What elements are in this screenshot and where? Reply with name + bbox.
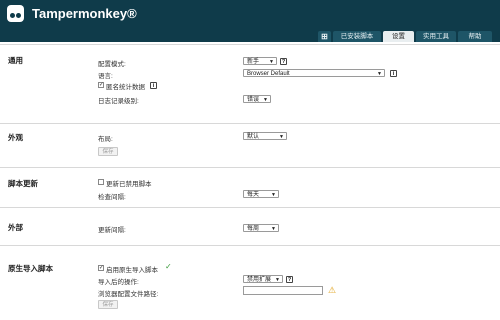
update-interval-label: 更新间隔: — [98, 227, 126, 234]
chevron-down-icon: ▼ — [377, 71, 382, 77]
language-label: 语言: — [98, 73, 113, 80]
section-title-general: 通用 — [8, 56, 23, 65]
anonymous-stats-checkbox[interactable]: ✓ — [98, 82, 104, 88]
language-select[interactable]: Browser Default ▼ — [243, 69, 385, 77]
after-import-label: 导入后的操作: — [98, 279, 139, 286]
log-level-value: 错误 — [247, 97, 260, 103]
chevron-down-icon: ▼ — [263, 97, 268, 103]
section-title-script-update: 脚本更新 — [8, 179, 38, 188]
language-info-icon[interactable]: i — [390, 70, 397, 77]
chevron-down-icon: ▼ — [271, 226, 276, 232]
check-interval-label: 检查间隔: — [98, 194, 126, 201]
update-disabled-checkbox[interactable] — [98, 179, 104, 185]
chevron-down-icon: ▼ — [269, 59, 274, 65]
tab-installed-scripts[interactable]: 已安装脚本 — [333, 31, 381, 42]
tab-new-script[interactable]: ⊞ — [318, 31, 331, 42]
chevron-down-icon: ▼ — [275, 277, 280, 283]
language-value: Browser Default — [247, 71, 290, 77]
config-mode-label: 配置模式: — [98, 61, 126, 68]
warning-icon: ⚠ — [328, 285, 337, 295]
native-import-save-button[interactable]: 保存 — [98, 300, 118, 309]
chevron-down-icon: ▼ — [271, 192, 276, 198]
appearance-save-button[interactable]: 保存 — [98, 147, 118, 156]
section-script-update: 脚本更新 更新已禁用脚本 检查间隔: 每天 ▼ — [0, 167, 500, 208]
log-level-label: 日志记录级别: — [98, 98, 139, 105]
browser-profile-input[interactable] — [243, 286, 323, 295]
chevron-down-icon: ▼ — [279, 134, 284, 140]
section-native-import: 原生导入脚本 ✓ 启用原生导入脚本 ✓ 导入后的操作: 禁用扩展 ▼ ? 浏览器配… — [0, 245, 500, 320]
update-disabled-label: 更新已禁用脚本 — [106, 181, 152, 188]
check-icon: ✓ — [165, 262, 172, 271]
config-mode-help-icon[interactable]: ? — [280, 58, 287, 65]
enable-native-import-label: 启用原生导入脚本 — [106, 267, 158, 274]
tampermonkey-logo-icon — [7, 5, 24, 22]
anonymous-stats-info-icon[interactable]: i — [150, 82, 157, 89]
section-external: 外部 更新间隔: 每周 ▼ — [0, 207, 500, 246]
section-title-native-import: 原生导入脚本 — [8, 264, 53, 273]
config-mode-value: 新手 — [247, 59, 260, 65]
tab-utilities[interactable]: 实用工具 — [416, 31, 456, 42]
layout-label: 布局: — [98, 136, 113, 143]
settings-content: 通用 配置模式: 新手 ▼ ? 语言: Browser Default ▼ i ✓ … — [0, 42, 500, 319]
anonymous-stats-label: 匿名统计数据 — [106, 84, 145, 91]
layout-value: 默认 — [247, 134, 260, 140]
log-level-select[interactable]: 错误 ▼ — [243, 95, 271, 103]
app-title: Tampermonkey® — [32, 6, 137, 21]
after-import-select[interactable]: 禁用扩展 ▼ — [243, 275, 283, 283]
after-import-value: 禁用扩展 — [247, 277, 272, 283]
enable-native-import-checkbox[interactable]: ✓ — [98, 265, 104, 271]
layout-select[interactable]: 默认 ▼ — [243, 132, 287, 140]
update-interval-select[interactable]: 每周 ▼ — [243, 224, 279, 232]
check-interval-value: 每天 — [247, 192, 260, 198]
config-mode-select[interactable]: 新手 ▼ — [243, 57, 277, 65]
check-interval-select[interactable]: 每天 ▼ — [243, 190, 279, 198]
section-general: 通用 配置模式: 新手 ▼ ? 语言: Browser Default ▼ i ✓ … — [0, 44, 500, 125]
tab-settings[interactable]: 设置 — [383, 31, 414, 42]
tab-help[interactable]: 帮助 — [458, 31, 492, 42]
app-header: Tampermonkey® — [0, 0, 500, 30]
section-appearance: 外观 布局: 默认 ▼ 保存 — [0, 123, 500, 168]
section-title-appearance: 外观 — [8, 133, 23, 142]
after-import-help-icon[interactable]: ? — [286, 276, 293, 283]
browser-profile-label: 浏览器配置文件路径: — [98, 291, 159, 298]
update-interval-value: 每周 — [247, 226, 260, 232]
section-title-external: 外部 — [8, 223, 23, 232]
